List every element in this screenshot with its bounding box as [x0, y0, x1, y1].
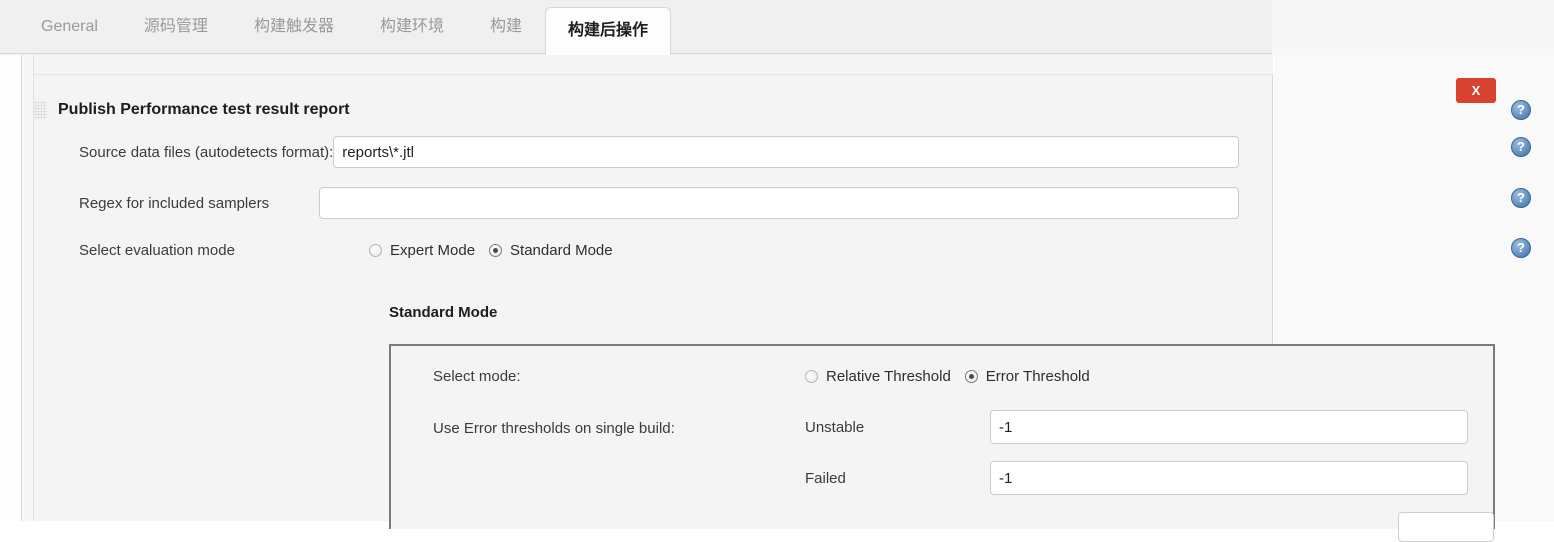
row-regex-included-samplers: Regex for included samplers	[34, 187, 1239, 219]
tab-general[interactable]: General	[18, 0, 121, 54]
tab-build-triggers[interactable]: 构建触发器	[231, 0, 357, 54]
help-icon-source-data-files[interactable]	[1511, 137, 1531, 157]
radio-error-threshold-label: Error Threshold	[985, 367, 1090, 385]
label-select-evaluation-mode: Select evaluation mode	[79, 241, 235, 259]
radio-standard-mode-label: Standard Mode	[510, 241, 613, 259]
section-header: Publish Performance test result report	[34, 95, 350, 125]
delete-section-button[interactable]: X	[1456, 78, 1496, 103]
radio-dot-icon	[489, 243, 503, 257]
tab-build-environment[interactable]: 构建环境	[357, 0, 467, 54]
label-source-data-files: Source data files (autodetects format):	[79, 143, 334, 161]
radio-standard-mode[interactable]: Standard Mode	[489, 242, 613, 259]
select-mode-radio-group: Relative Threshold Error Threshold	[805, 362, 1090, 390]
row-select-mode: Select mode: Relative Threshold Error Th…	[433, 362, 1483, 390]
page-title: Publish Performance test result report	[58, 101, 350, 118]
source-data-files-input[interactable]	[333, 136, 1239, 168]
regex-included-samplers-input[interactable]	[319, 187, 1239, 219]
partial-bottom-input[interactable]	[1398, 512, 1494, 542]
threshold-row-failed: Failed	[805, 461, 1475, 495]
panel-top-strip	[34, 55, 1273, 75]
radio-expert-mode-label: Expert Mode	[390, 241, 476, 259]
tab-source-code-management[interactable]: 源码管理	[121, 0, 231, 54]
label-regex-included-samplers: Regex for included samplers	[79, 194, 270, 212]
label-select-mode: Select mode:	[433, 367, 521, 385]
failed-threshold-input[interactable]	[990, 461, 1468, 495]
radio-dot-icon	[805, 369, 818, 383]
tab-build[interactable]: 构建	[467, 0, 545, 54]
threshold-row-unstable: Unstable	[805, 410, 1475, 444]
label-failed: Failed	[805, 469, 846, 487]
tab-list: General 源码管理 构建触发器 构建环境 构建 构建后操作	[0, 0, 671, 55]
radio-error-threshold[interactable]: Error Threshold	[964, 367, 1090, 385]
radio-dot-icon	[964, 369, 978, 383]
help-icon-section[interactable]	[1511, 100, 1531, 120]
unstable-threshold-input[interactable]	[990, 410, 1468, 444]
label-unstable: Unstable	[805, 418, 865, 436]
radio-expert-mode[interactable]: Expert Mode	[369, 242, 475, 259]
left-rail-outer	[0, 55, 22, 521]
row-source-data-files: Source data files (autodetects format):	[34, 136, 1239, 168]
help-icon-evaluation-mode[interactable]	[1511, 238, 1531, 258]
left-rail-inner	[22, 55, 34, 521]
row-select-evaluation-mode: Select evaluation mode Expert Mode Stand…	[34, 236, 1239, 264]
evaluation-mode-radio-group: Expert Mode Standard Mode	[369, 236, 613, 264]
tab-post-build-actions[interactable]: 构建后操作	[544, 7, 671, 55]
radio-relative-threshold-label: Relative Threshold	[826, 367, 951, 385]
drag-grip-icon[interactable]	[34, 101, 47, 119]
radio-dot-icon	[369, 243, 382, 257]
radio-relative-threshold[interactable]: Relative Threshold	[805, 368, 951, 385]
config-tab-bar: General 源码管理 构建触发器 构建环境 构建 构建后操作	[0, 0, 1554, 55]
tab-strip-right-filler	[1272, 0, 1554, 55]
label-error-thresholds-caption: Use Error thresholds on single build:	[433, 420, 675, 437]
standard-mode-box: Select mode: Relative Threshold Error Th…	[389, 344, 1495, 529]
standard-mode-heading: Standard Mode	[389, 304, 498, 321]
help-icon-regex-samplers[interactable]	[1511, 188, 1531, 208]
